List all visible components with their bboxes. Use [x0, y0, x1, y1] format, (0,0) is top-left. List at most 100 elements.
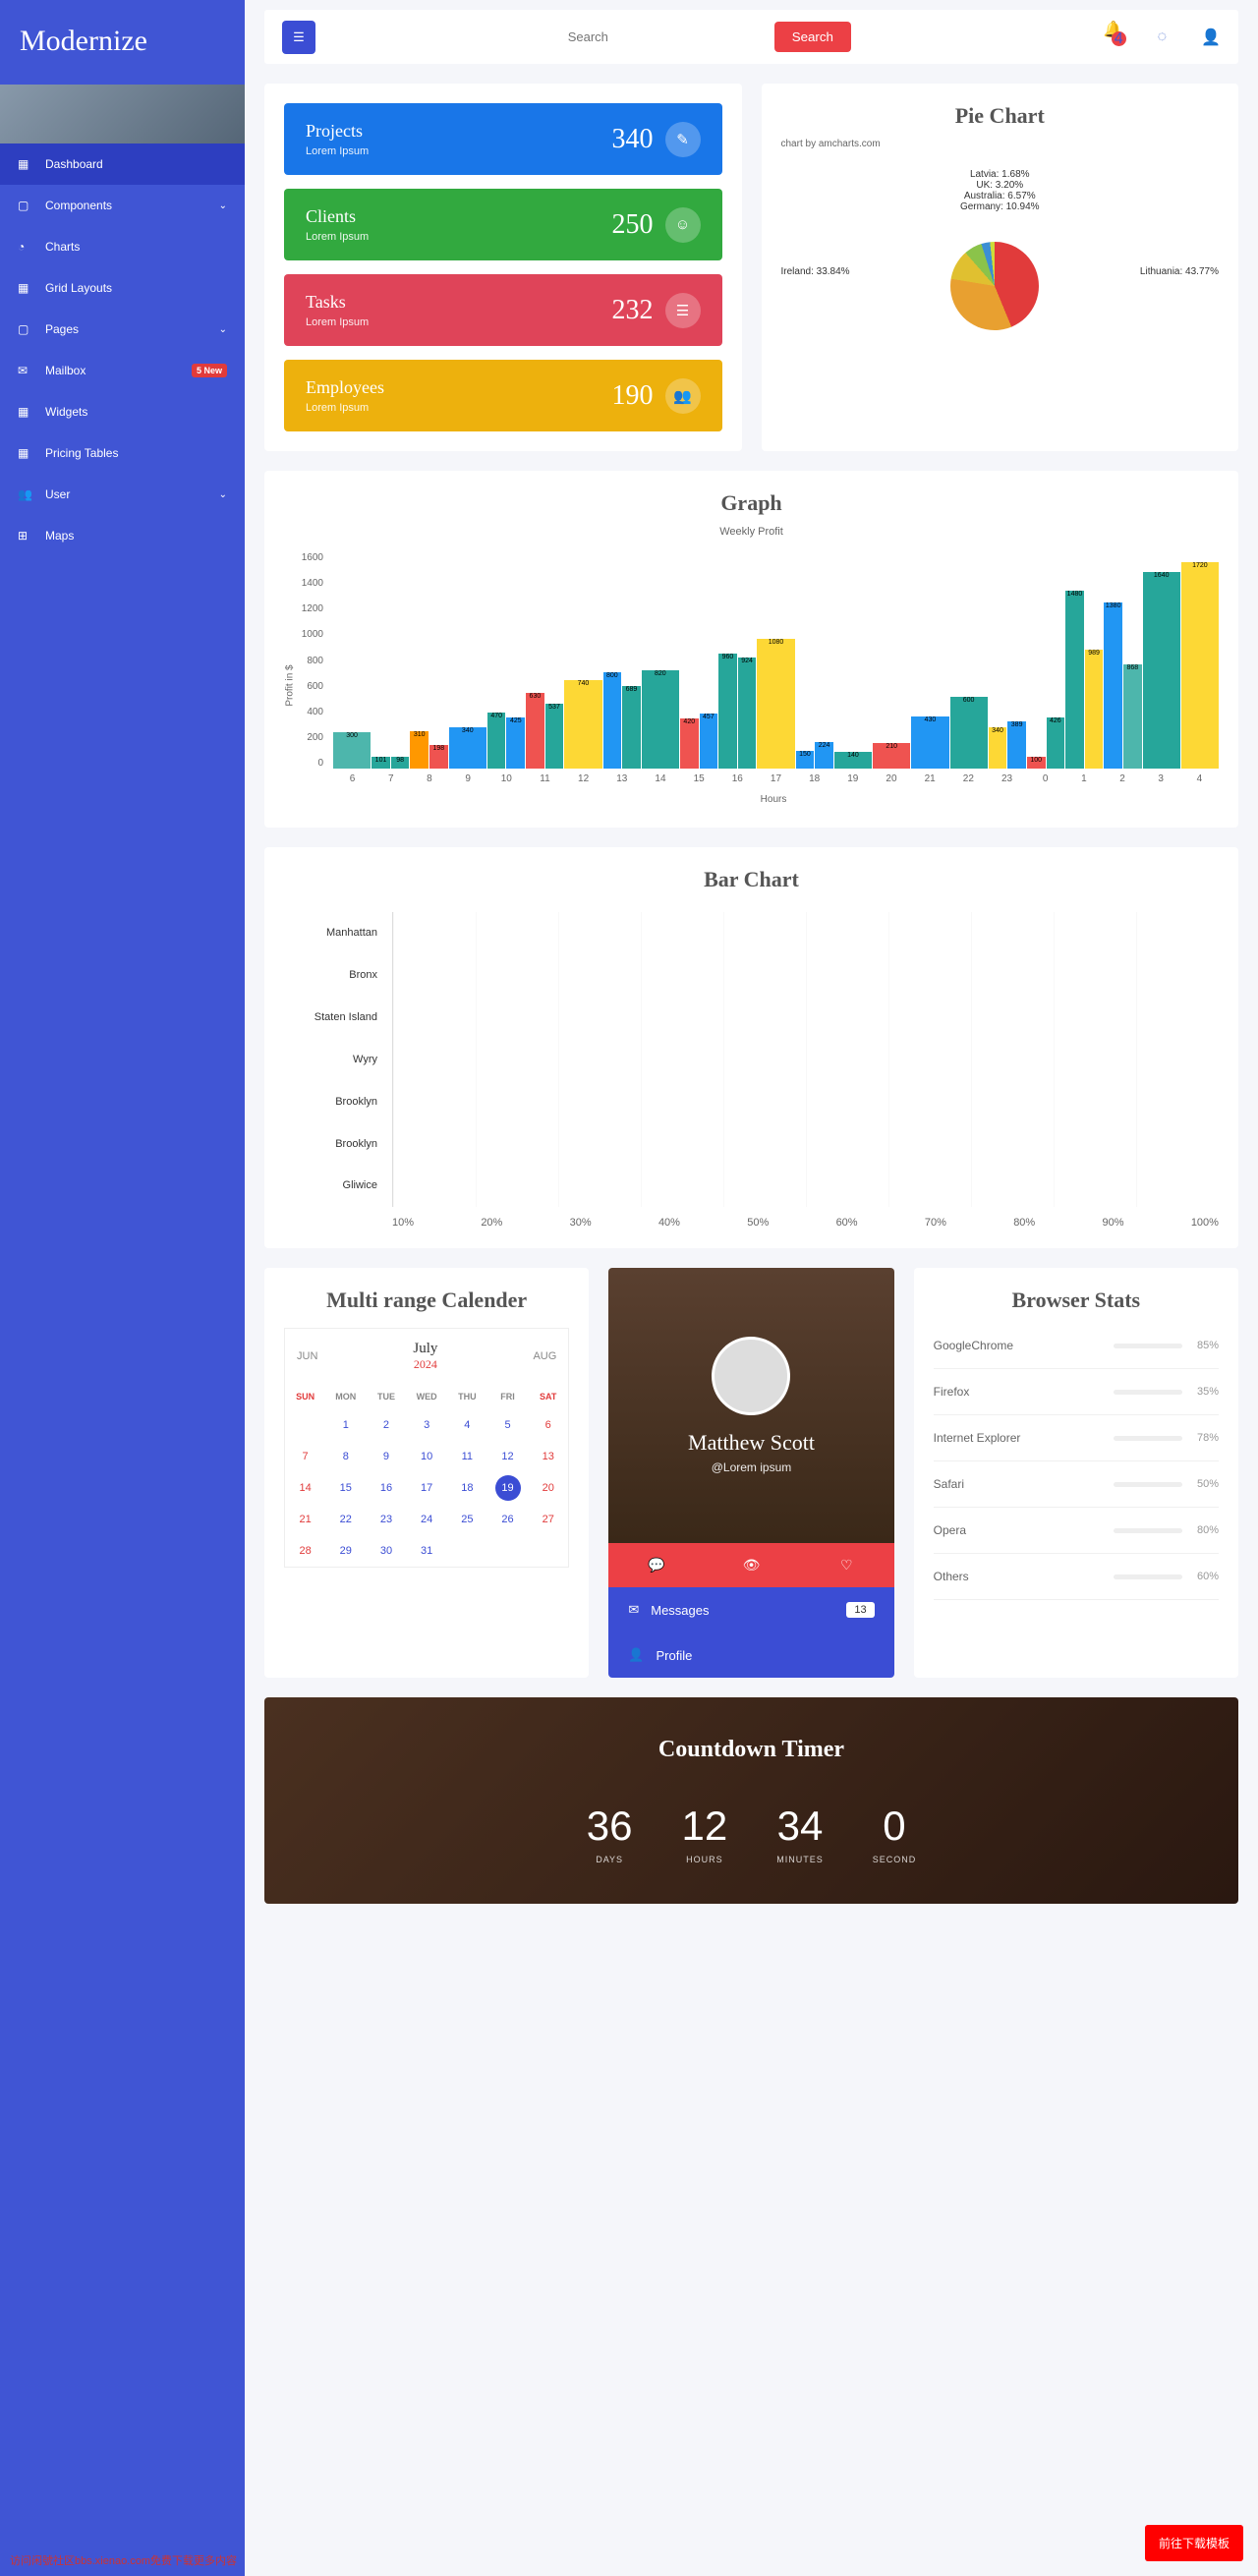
calendar-day[interactable]: 4 — [447, 1409, 487, 1441]
calendar-day[interactable]: 22 — [325, 1504, 366, 1535]
chat-icon[interactable]: 💬 — [608, 1543, 704, 1587]
search-button[interactable]: Search — [774, 22, 851, 52]
pie-label: Ireland: 33.84% — [781, 266, 850, 277]
bar: 470 — [487, 713, 506, 769]
loading-icon[interactable]: ◌ — [1158, 29, 1168, 46]
calendar-day[interactable]: 17 — [407, 1472, 447, 1504]
menu-label: Profile — [657, 1648, 693, 1663]
calendar-day[interactable]: 30 — [366, 1535, 406, 1567]
nav-icon: ▦ — [18, 446, 31, 460]
calendar-day[interactable]: 26 — [487, 1504, 528, 1535]
calendar-day[interactable]: 6 — [528, 1409, 568, 1441]
menu-toggle-button[interactable]: ☰ — [282, 21, 315, 54]
menu-label: Messages — [651, 1603, 709, 1618]
topbar: ☰ Search 🔔4 ◌ 👤 — [264, 10, 1238, 64]
sidebar-item-maps[interactable]: ⊞Maps — [0, 515, 245, 556]
bar-chart-categories: ManhattanBronxStaten IslandWyryBrooklynB… — [284, 912, 392, 1207]
calendar-day[interactable]: 14 — [285, 1472, 325, 1504]
sidebar-item-pricing-tables[interactable]: ▦ Pricing Tables — [0, 432, 245, 474]
calendar-title: Multi range Calender — [284, 1288, 569, 1313]
menu-icon: 👤 — [628, 1647, 644, 1663]
sidebar-item-dashboard[interactable]: ▦ Dashboard — [0, 143, 245, 185]
calendar-next-button[interactable]: AUG — [533, 1350, 556, 1362]
calendar-day[interactable]: 16 — [366, 1472, 406, 1504]
calendar-day[interactable]: 13 — [528, 1441, 568, 1472]
bar: 101 — [372, 757, 390, 769]
stat-card-projects[interactable]: ProjectsLorem Ipsum340✎ — [284, 103, 722, 175]
nav-label: Dashboard — [45, 157, 227, 171]
notifications-icon[interactable]: 🔔4 — [1104, 20, 1123, 54]
sidebar-item-components[interactable]: ▢Components⌄ — [0, 185, 245, 226]
countdown-value: 0 — [873, 1803, 917, 1850]
pie-label: Latvia: 1.68% — [781, 169, 1220, 180]
calendar-prev-button[interactable]: JUN — [297, 1350, 317, 1362]
calendar-day[interactable]: 3 — [407, 1409, 447, 1441]
calendar-day[interactable]: 27 — [528, 1504, 568, 1535]
calendar-day[interactable]: 20 — [528, 1472, 568, 1504]
stat-card-clients[interactable]: ClientsLorem Ipsum250☺ — [284, 189, 722, 260]
pie-label: Australia: 6.57% — [781, 191, 1220, 201]
stat-card-employees[interactable]: EmployeesLorem Ipsum190👥 — [284, 360, 722, 431]
bar: 740 — [564, 680, 601, 769]
stat-subtitle: Lorem Ipsum — [306, 145, 369, 157]
calendar-grid: SUNMONTUEWEDTHUFRISAT1234567891011121314… — [285, 1384, 568, 1567]
nav-label: Pricing Tables — [45, 446, 227, 460]
stat-subtitle: Lorem Ipsum — [306, 316, 369, 328]
stat-card-tasks[interactable]: TasksLorem Ipsum232☰ — [284, 274, 722, 346]
calendar-day[interactable]: 9 — [366, 1441, 406, 1472]
profile-menu-profile[interactable]: 👤 Profile — [608, 1632, 893, 1678]
day-header: SUN — [285, 1384, 325, 1409]
sidebar-item-charts[interactable]: ◔Charts — [0, 226, 245, 267]
nav-icon: ▦ — [18, 157, 31, 171]
calendar-day[interactable]: 10 — [407, 1441, 447, 1472]
browser-row: Internet Explorer78% — [934, 1415, 1219, 1461]
calendar-day[interactable]: 31 — [407, 1535, 447, 1567]
stat-title: Projects — [306, 121, 369, 142]
calendar-day[interactable]: 5 — [487, 1409, 528, 1441]
stat-value: 190 — [612, 380, 654, 412]
calendar-day[interactable]: 2 — [366, 1409, 406, 1441]
calendar-day[interactable]: 24 — [407, 1504, 447, 1535]
sidebar-item-mailbox[interactable]: ✉Mailbox5 New — [0, 350, 245, 391]
stat-title: Employees — [306, 377, 384, 398]
calendar-day[interactable]: 25 — [447, 1504, 487, 1535]
browser-pct: 50% — [1197, 1478, 1219, 1490]
heart-icon[interactable]: ♡ — [799, 1543, 894, 1587]
view-icon[interactable]: 👁 — [704, 1543, 799, 1587]
stat-icon: ✎ — [665, 122, 701, 157]
graph-subtitle: Weekly Profit — [284, 526, 1219, 538]
sidebar-item-pages[interactable]: ▢Pages⌄ — [0, 309, 245, 350]
stat-cards: ProjectsLorem Ipsum340✎ClientsLorem Ipsu… — [264, 84, 742, 451]
search-input[interactable] — [568, 29, 765, 44]
calendar-day[interactable]: 7 — [285, 1441, 325, 1472]
sidebar-item-user[interactable]: 👥User⌄ — [0, 474, 245, 515]
calendar-day[interactable]: 23 — [366, 1504, 406, 1535]
nav-label: User — [45, 487, 205, 501]
sidebar-item-widgets[interactable]: ▦Widgets — [0, 391, 245, 432]
calendar-day[interactable]: 29 — [325, 1535, 366, 1567]
calendar-day[interactable]: 21 — [285, 1504, 325, 1535]
bar: 689 — [622, 686, 641, 769]
user-icon[interactable]: 👤 — [1201, 28, 1221, 47]
download-template-button[interactable]: 前往下载模板 — [1145, 2525, 1243, 2561]
nav-label: Mailbox — [45, 364, 178, 377]
calendar-day[interactable]: 18 — [447, 1472, 487, 1504]
calendar-day[interactable]: 28 — [285, 1535, 325, 1567]
nav-icon: ✉ — [18, 364, 31, 377]
stat-icon: ☰ — [665, 293, 701, 328]
calendar-day[interactable]: 1 — [325, 1409, 366, 1441]
countdown-unit: 12HOURS — [681, 1803, 727, 1864]
sidebar-item-grid-layouts[interactable]: ▦Grid Layouts — [0, 267, 245, 309]
calendar-day[interactable]: 12 — [487, 1441, 528, 1472]
nav-label: Charts — [45, 240, 227, 254]
sidebar: Modernize ▦Dashboard▢Components⌄◔Charts▦… — [0, 0, 245, 2576]
calendar-day[interactable]: 11 — [447, 1441, 487, 1472]
calendar-day[interactable]: 8 — [325, 1441, 366, 1472]
calendar-day[interactable]: 19 — [495, 1475, 521, 1501]
browser-pct: 35% — [1197, 1386, 1219, 1398]
bar: 150 — [796, 751, 815, 769]
profile-menu-messages[interactable]: ✉Messages13 — [608, 1587, 893, 1632]
menu-icon: ✉ — [628, 1602, 639, 1618]
bar: 630 — [526, 693, 544, 769]
calendar-day[interactable]: 15 — [325, 1472, 366, 1504]
